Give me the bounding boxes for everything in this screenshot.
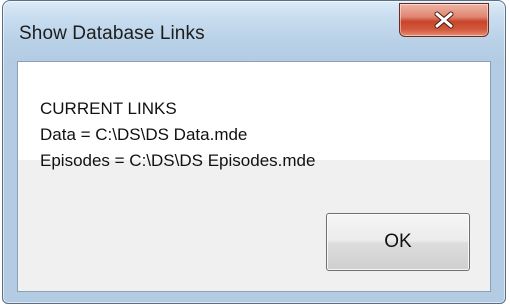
message-line-episodes: Episodes = C:\DS\DS Episodes.mde (40, 151, 316, 170)
dialog-content: CURRENT LINKS Data = C:\DS\DS Data.mde E… (17, 61, 491, 292)
message-line-data: Data = C:\DS\DS Data.mde (40, 125, 248, 144)
close-icon (434, 11, 454, 29)
ok-button[interactable]: OK (326, 213, 470, 271)
title-bar[interactable]: Show Database Links (3, 1, 505, 61)
dialog-window: Show Database Links CURRENT LINKS Data =… (2, 0, 506, 304)
window-title: Show Database Links (19, 23, 205, 44)
message-heading: CURRENT LINKS (40, 99, 177, 118)
close-button[interactable] (399, 3, 489, 37)
